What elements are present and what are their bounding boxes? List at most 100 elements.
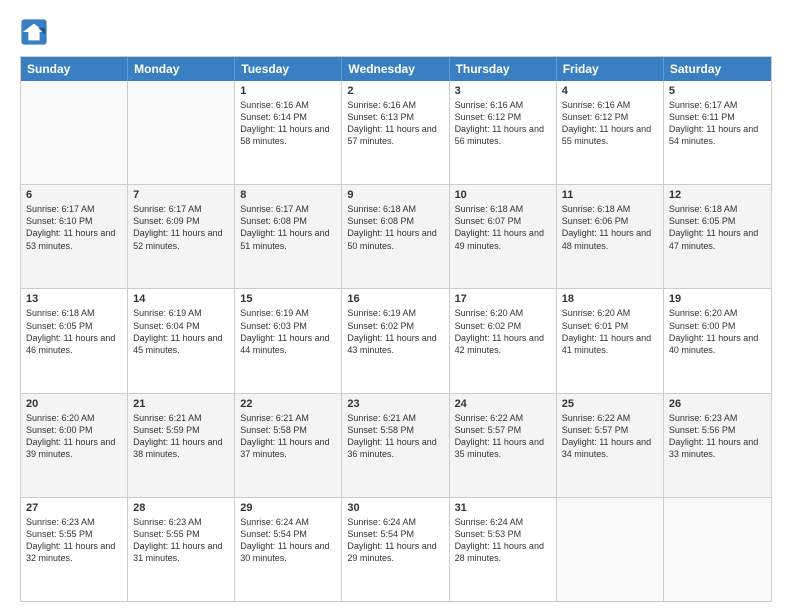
- day-number: 22: [240, 398, 336, 410]
- cell-details: Sunrise: 6:21 AM Sunset: 5:58 PM Dayligh…: [347, 412, 443, 461]
- cell-details: Sunrise: 6:20 AM Sunset: 6:00 PM Dayligh…: [669, 307, 766, 356]
- calendar-cell: 2 Sunrise: 6:16 AM Sunset: 6:13 PM Daylig…: [342, 81, 449, 184]
- header-day: Monday: [128, 57, 235, 81]
- day-number: 18: [562, 293, 658, 305]
- cell-details: Sunrise: 6:18 AM Sunset: 6:05 PM Dayligh…: [669, 203, 766, 252]
- cell-details: Sunrise: 6:20 AM Sunset: 6:00 PM Dayligh…: [26, 412, 122, 461]
- calendar-cell: 30 Sunrise: 6:24 AM Sunset: 5:54 PM Dayli…: [342, 498, 449, 601]
- day-number: 11: [562, 189, 658, 201]
- calendar-cell: 9 Sunrise: 6:18 AM Sunset: 6:08 PM Daylig…: [342, 185, 449, 288]
- calendar-cell: 12 Sunrise: 6:18 AM Sunset: 6:05 PM Dayli…: [664, 185, 771, 288]
- calendar-cell: 27 Sunrise: 6:23 AM Sunset: 5:55 PM Dayli…: [21, 498, 128, 601]
- day-number: 14: [133, 293, 229, 305]
- day-number: 12: [669, 189, 766, 201]
- cell-details: Sunrise: 6:24 AM Sunset: 5:53 PM Dayligh…: [455, 516, 551, 565]
- calendar-row: 27 Sunrise: 6:23 AM Sunset: 5:55 PM Dayli…: [21, 497, 771, 601]
- calendar-cell: [21, 81, 128, 184]
- calendar-cell: 5 Sunrise: 6:17 AM Sunset: 6:11 PM Daylig…: [664, 81, 771, 184]
- cell-details: Sunrise: 6:23 AM Sunset: 5:55 PM Dayligh…: [133, 516, 229, 565]
- day-number: 1: [240, 85, 336, 97]
- day-number: 27: [26, 502, 122, 514]
- cell-details: Sunrise: 6:23 AM Sunset: 5:55 PM Dayligh…: [26, 516, 122, 565]
- day-number: 23: [347, 398, 443, 410]
- cell-details: Sunrise: 6:21 AM Sunset: 5:58 PM Dayligh…: [240, 412, 336, 461]
- cell-details: Sunrise: 6:16 AM Sunset: 6:12 PM Dayligh…: [562, 99, 658, 148]
- calendar-cell: [128, 81, 235, 184]
- calendar-cell: 7 Sunrise: 6:17 AM Sunset: 6:09 PM Daylig…: [128, 185, 235, 288]
- cell-details: Sunrise: 6:17 AM Sunset: 6:11 PM Dayligh…: [669, 99, 766, 148]
- calendar: SundayMondayTuesdayWednesdayThursdayFrid…: [20, 56, 772, 602]
- header-day: Wednesday: [342, 57, 449, 81]
- day-number: 6: [26, 189, 122, 201]
- calendar-cell: 14Sunrise: 6:19 AM Sunset: 6:04 PM Dayli…: [128, 289, 235, 392]
- cell-details: Sunrise: 6:17 AM Sunset: 6:08 PM Dayligh…: [240, 203, 336, 252]
- day-number: 28: [133, 502, 229, 514]
- day-number: 15: [240, 293, 336, 305]
- calendar-cell: 13 Sunrise: 6:18 AM Sunset: 6:05 PM Dayli…: [21, 289, 128, 392]
- day-number: 31: [455, 502, 551, 514]
- calendar-cell: 26 Sunrise: 6:23 AM Sunset: 5:56 PM Dayli…: [664, 394, 771, 497]
- calendar-cell: 25 Sunrise: 6:22 AM Sunset: 5:57 PM Dayli…: [557, 394, 664, 497]
- day-number: 10: [455, 189, 551, 201]
- calendar-cell: 22 Sunrise: 6:21 AM Sunset: 5:58 PM Dayli…: [235, 394, 342, 497]
- calendar-cell: 3Sunrise: 6:16 AM Sunset: 6:12 PM Daylig…: [450, 81, 557, 184]
- calendar-cell: 20 Sunrise: 6:20 AM Sunset: 6:00 PM Dayli…: [21, 394, 128, 497]
- calendar-cell: 17 Sunrise: 6:20 AM Sunset: 6:02 PM Dayli…: [450, 289, 557, 392]
- day-number: 24: [455, 398, 551, 410]
- calendar-row: 1Sunrise: 6:16 AM Sunset: 6:14 PM Daylig…: [21, 81, 771, 184]
- calendar-cell: 29Sunrise: 6:24 AM Sunset: 5:54 PM Dayli…: [235, 498, 342, 601]
- calendar-cell: [664, 498, 771, 601]
- cell-details: Sunrise: 6:18 AM Sunset: 6:05 PM Dayligh…: [26, 307, 122, 356]
- cell-details: Sunrise: 6:18 AM Sunset: 6:07 PM Dayligh…: [455, 203, 551, 252]
- cell-details: Sunrise: 6:18 AM Sunset: 6:08 PM Dayligh…: [347, 203, 443, 252]
- header: [20, 18, 772, 46]
- calendar-page: SundayMondayTuesdayWednesdayThursdayFrid…: [0, 0, 792, 612]
- cell-details: Sunrise: 6:23 AM Sunset: 5:56 PM Dayligh…: [669, 412, 766, 461]
- cell-details: Sunrise: 6:17 AM Sunset: 6:10 PM Dayligh…: [26, 203, 122, 252]
- day-number: 16: [347, 293, 443, 305]
- calendar-cell: 6 Sunrise: 6:17 AM Sunset: 6:10 PM Daylig…: [21, 185, 128, 288]
- header-day: Thursday: [450, 57, 557, 81]
- day-number: 25: [562, 398, 658, 410]
- cell-details: Sunrise: 6:20 AM Sunset: 6:02 PM Dayligh…: [455, 307, 551, 356]
- cell-details: Sunrise: 6:20 AM Sunset: 6:01 PM Dayligh…: [562, 307, 658, 356]
- day-number: 3: [455, 85, 551, 97]
- cell-details: Sunrise: 6:24 AM Sunset: 5:54 PM Dayligh…: [347, 516, 443, 565]
- calendar-header: SundayMondayTuesdayWednesdayThursdayFrid…: [21, 57, 771, 81]
- cell-details: Sunrise: 6:24 AM Sunset: 5:54 PM Dayligh…: [240, 516, 336, 565]
- calendar-cell: 1Sunrise: 6:16 AM Sunset: 6:14 PM Daylig…: [235, 81, 342, 184]
- header-day: Sunday: [21, 57, 128, 81]
- day-number: 13: [26, 293, 122, 305]
- day-number: 30: [347, 502, 443, 514]
- day-number: 17: [455, 293, 551, 305]
- cell-details: Sunrise: 6:22 AM Sunset: 5:57 PM Dayligh…: [455, 412, 551, 461]
- calendar-cell: 21Sunrise: 6:21 AM Sunset: 5:59 PM Dayli…: [128, 394, 235, 497]
- day-number: 2: [347, 85, 443, 97]
- cell-details: Sunrise: 6:17 AM Sunset: 6:09 PM Dayligh…: [133, 203, 229, 252]
- calendar-row: 6 Sunrise: 6:17 AM Sunset: 6:10 PM Daylig…: [21, 184, 771, 288]
- day-number: 19: [669, 293, 766, 305]
- calendar-cell: 18 Sunrise: 6:20 AM Sunset: 6:01 PM Dayli…: [557, 289, 664, 392]
- day-number: 7: [133, 189, 229, 201]
- day-number: 8: [240, 189, 336, 201]
- logo-icon: [20, 18, 48, 46]
- day-number: 26: [669, 398, 766, 410]
- calendar-cell: [557, 498, 664, 601]
- calendar-cell: 19 Sunrise: 6:20 AM Sunset: 6:00 PM Dayli…: [664, 289, 771, 392]
- cell-details: Sunrise: 6:19 AM Sunset: 6:02 PM Dayligh…: [347, 307, 443, 356]
- day-number: 9: [347, 189, 443, 201]
- calendar-row: 20 Sunrise: 6:20 AM Sunset: 6:00 PM Dayli…: [21, 393, 771, 497]
- calendar-cell: 31 Sunrise: 6:24 AM Sunset: 5:53 PM Dayli…: [450, 498, 557, 601]
- cell-details: Sunrise: 6:19 AM Sunset: 6:03 PM Dayligh…: [240, 307, 336, 356]
- calendar-row: 13 Sunrise: 6:18 AM Sunset: 6:05 PM Dayli…: [21, 288, 771, 392]
- calendar-cell: 10 Sunrise: 6:18 AM Sunset: 6:07 PM Dayli…: [450, 185, 557, 288]
- day-number: 20: [26, 398, 122, 410]
- day-number: 5: [669, 85, 766, 97]
- calendar-cell: 11Sunrise: 6:18 AM Sunset: 6:06 PM Dayli…: [557, 185, 664, 288]
- header-day: Saturday: [664, 57, 771, 81]
- cell-details: Sunrise: 6:16 AM Sunset: 6:13 PM Dayligh…: [347, 99, 443, 148]
- cell-details: Sunrise: 6:22 AM Sunset: 5:57 PM Dayligh…: [562, 412, 658, 461]
- calendar-cell: 24 Sunrise: 6:22 AM Sunset: 5:57 PM Dayli…: [450, 394, 557, 497]
- calendar-cell: 15 Sunrise: 6:19 AM Sunset: 6:03 PM Dayli…: [235, 289, 342, 392]
- header-day: Tuesday: [235, 57, 342, 81]
